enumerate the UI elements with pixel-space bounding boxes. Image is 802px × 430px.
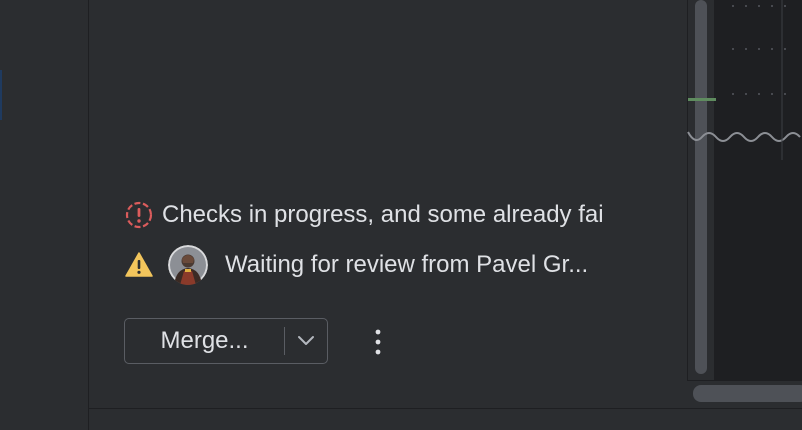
- review-panel-window: Checks in progress, and some already fai…: [0, 0, 802, 430]
- chevron-down-icon: [298, 336, 314, 345]
- checks-status-row[interactable]: Checks in progress, and some already fai: [124, 199, 664, 231]
- left-accent-marker: [0, 70, 2, 120]
- vertical-scrollbar-thumb[interactable]: [695, 0, 707, 374]
- merge-button[interactable]: Merge...: [125, 319, 284, 363]
- review-status-text: Waiting for review from Pavel Gr...: [225, 251, 589, 278]
- left-tool-strip: [0, 0, 89, 430]
- reviewer-avatar[interactable]: [168, 245, 208, 285]
- merge-split-button: Merge...: [124, 318, 328, 364]
- checks-status-text: Checks in progress, and some already fai: [162, 201, 604, 228]
- bottom-status-bar: [89, 408, 802, 430]
- more-vertical-icon: [375, 329, 381, 355]
- editor-preview-area: [714, 0, 802, 380]
- error-circle-icon: [124, 200, 154, 230]
- warning-triangle-icon: [124, 250, 154, 280]
- merge-options-button[interactable]: [285, 319, 327, 363]
- more-options-button[interactable]: [364, 325, 392, 359]
- horizontal-scrollbar-thumb[interactable]: [693, 385, 802, 402]
- review-status-row[interactable]: Waiting for review from Pavel Gr...: [124, 245, 644, 285]
